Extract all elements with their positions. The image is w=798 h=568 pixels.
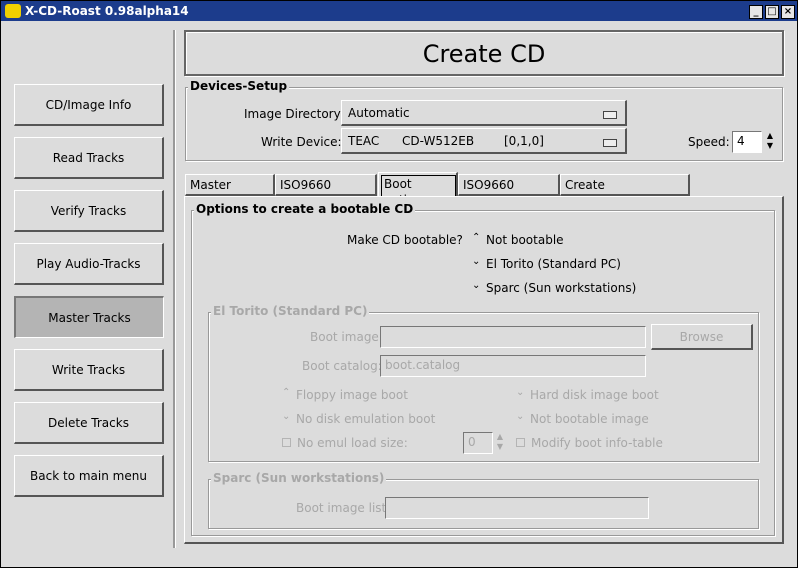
nav-play-audio-tracks-button[interactable]: Play Audio-Tracks xyxy=(14,243,164,285)
maximize-icon[interactable]: □ xyxy=(765,5,779,19)
image-directory-label: Image Directory: xyxy=(244,107,344,121)
boot-catalog-input[interactable]: boot.catalog xyxy=(380,355,646,377)
speed-label: Speed: xyxy=(688,135,730,149)
load-size-spin-arrows-icon[interactable]: ▲ ▼ xyxy=(495,432,505,454)
boot-image-list-label: Boot image list: xyxy=(296,501,391,515)
page-title: Create CD xyxy=(422,40,546,68)
boot-image-input[interactable] xyxy=(380,326,646,348)
write-device-model: CD-W512EB xyxy=(402,134,475,148)
window-title: X-CD-Roast 0.98alpha14 xyxy=(25,4,189,18)
dropdown-indicator-icon xyxy=(603,139,617,147)
close-icon[interactable]: × xyxy=(781,5,795,19)
modify-boot-info-checkbox[interactable]: Modify boot info-table xyxy=(516,436,663,450)
radio-el-torito-label: El Torito (Standard PC) xyxy=(486,257,621,271)
modify-boot-info-label: Modify boot info-table xyxy=(531,436,663,450)
no-emul-load-size-checkbox[interactable]: No emul load size: xyxy=(282,436,408,450)
radio-selected-icon: ⌃ xyxy=(282,387,291,398)
write-device-vendor: TEAC xyxy=(348,134,380,148)
nav-verify-tracks-button[interactable]: Verify Tracks xyxy=(14,190,164,232)
image-directory-value: Automatic xyxy=(348,106,410,120)
speed-spin-input[interactable]: 4 xyxy=(732,131,762,153)
radio-not-bootable-label: Not bootable xyxy=(486,233,564,247)
dropdown-indicator-icon xyxy=(603,111,617,119)
nav-read-tracks-button[interactable]: Read Tracks xyxy=(14,137,164,179)
radio-selected-icon: ⌃ xyxy=(472,232,481,243)
page-header: Create CD xyxy=(184,30,784,76)
nav-write-tracks-button[interactable]: Write Tracks xyxy=(14,349,164,391)
radio-unselected-icon: ⌄ xyxy=(472,280,481,291)
checkbox-icon xyxy=(282,438,291,447)
title-bar[interactable]: X-CD-Roast 0.98alpha14 _ □ × xyxy=(1,1,797,21)
no-emul-load-size-label: No emul load size: xyxy=(297,436,408,450)
radio-no-emulation-label: No disk emulation boot xyxy=(296,412,436,426)
nav-master-tracks-button[interactable]: Master Tracks xyxy=(14,296,164,338)
tab-create-session-image[interactable]: Create session/image xyxy=(560,174,690,212)
el-torito-legend: El Torito (Standard PC) xyxy=(211,304,370,318)
boot-image-label: Boot image: xyxy=(310,330,383,344)
boot-catalog-label: Boot catalog: xyxy=(302,359,382,373)
app-logo-icon xyxy=(5,4,21,18)
no-emul-load-size-input[interactable]: 0 xyxy=(463,432,493,454)
image-directory-select[interactable]: Automatic xyxy=(341,100,627,126)
boot-image-list-input[interactable] xyxy=(385,497,649,519)
radio-floppy-label: Floppy image boot xyxy=(296,388,408,402)
radio-hard-disk-label: Hard disk image boot xyxy=(530,388,659,402)
browse-button[interactable]: Browse xyxy=(651,324,753,350)
tab-master-source[interactable]: Master source xyxy=(185,174,275,212)
nav-cd-image-info-button[interactable]: CD/Image Info xyxy=(14,84,164,126)
write-device-select[interactable]: TEAC CD-W512EB [0,1,0] xyxy=(341,128,627,154)
tab-boot-options[interactable]: Boot options xyxy=(378,172,458,209)
tab-iso9660-options[interactable]: ISO9660 options xyxy=(275,174,377,212)
write-device-label: Write Device: xyxy=(261,135,342,149)
write-device-bus: [0,1,0] xyxy=(504,134,544,148)
boot-options-legend: Options to create a bootable CD xyxy=(194,202,416,216)
radio-unselected-icon: ⌄ xyxy=(282,411,291,422)
nav-delete-tracks-button[interactable]: Delete Tracks xyxy=(14,402,164,444)
nav-back-to-main-menu-button[interactable]: Back to main menu xyxy=(14,455,164,497)
speed-spin-arrows-icon[interactable]: ▲ ▼ xyxy=(765,131,775,153)
radio-unselected-icon: ⌄ xyxy=(516,387,525,398)
radio-unselected-icon: ⌄ xyxy=(472,256,481,267)
radio-not-bootable-image-label: Not bootable image xyxy=(530,412,649,426)
make-bootable-label: Make CD bootable? xyxy=(347,233,463,247)
checkbox-icon xyxy=(516,438,525,447)
tab-iso9660-header[interactable]: ISO9660 header xyxy=(458,174,560,212)
minimize-icon[interactable]: _ xyxy=(749,5,763,19)
sparc-legend: Sparc (Sun workstations) xyxy=(211,471,387,485)
radio-sparc-label: Sparc (Sun workstations) xyxy=(486,281,637,295)
radio-unselected-icon: ⌄ xyxy=(516,411,525,422)
sidebar-divider xyxy=(173,30,176,548)
devices-setup-legend: Devices-Setup xyxy=(188,79,290,93)
